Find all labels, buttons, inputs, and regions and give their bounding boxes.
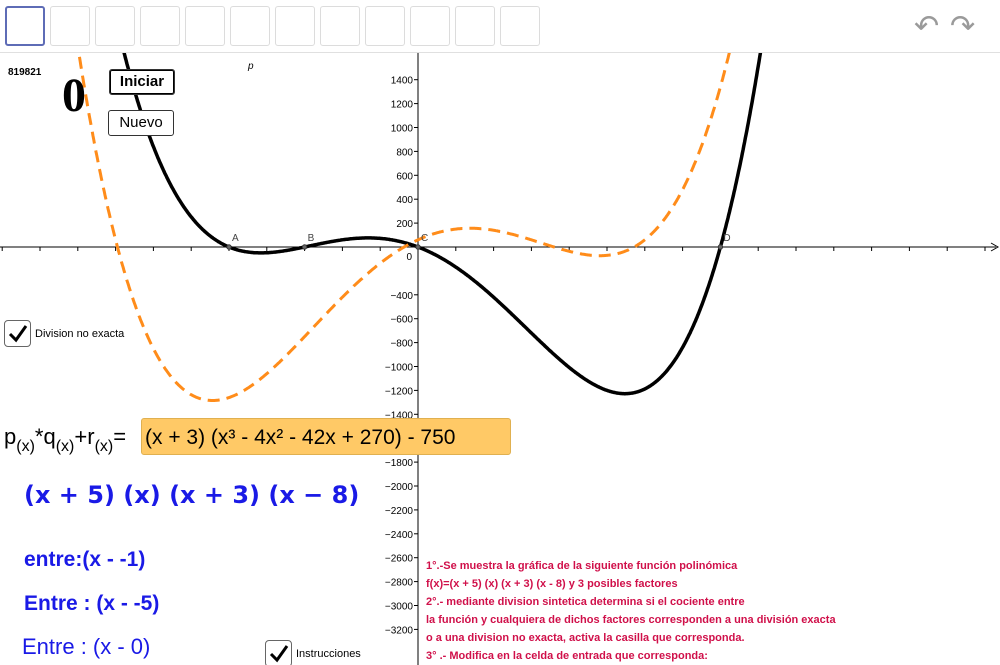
y-tick-label: 600 [396,171,413,182]
point-label: A [232,233,239,244]
counter-value: 0 [62,69,86,122]
y-tick-label: 800 [396,147,413,158]
new-button[interactable]: Nuevo [108,110,174,136]
y-tick-label: −2600 [385,554,414,565]
toolbar [0,0,1000,53]
y-tick-label: −800 [390,339,413,350]
undo-icon[interactable]: ↶ [914,12,939,42]
instruction-line: la función y cualquiera de dichos factor… [426,614,836,626]
instruction-line: o a una division no exacta, activa la ca… [426,632,745,644]
instruction-line: f(x)=(x + 5) (x) (x + 3) (x - 8) y 3 pos… [426,578,678,590]
y-tick-label: −3000 [385,602,414,613]
tool-button[interactable] [140,6,180,46]
tool-button[interactable] [5,6,45,46]
tool-button[interactable] [410,6,450,46]
instrucciones-checkbox-row[interactable]: Instrucciones [265,640,361,665]
y-tick-label: 1200 [391,100,414,111]
formula-lhs: p(x)*q(x)+r(x)= [4,424,127,455]
point-b [301,244,308,250]
y-tick-label: −2000 [385,482,414,493]
point-d [717,244,724,250]
tool-button[interactable] [500,6,540,46]
y-tick-label: 400 [396,195,413,206]
tool-button[interactable] [455,6,495,46]
function-p-curve [122,53,763,396]
y-tick-label: −3200 [385,625,414,636]
y-tick-label: −2800 [385,578,414,589]
y-tick-label: 200 [396,219,413,230]
divisor-line-1: entre:(x - -1) [24,548,146,571]
point-label: C [421,233,428,244]
instrucciones-checkbox[interactable] [265,640,292,665]
check-icon [269,645,289,663]
y-tick-label: −2200 [385,506,414,517]
redo-icon[interactable]: ↷ [950,12,975,42]
divisor-line-2: Entre : (x - -5) [24,592,160,615]
formula-input[interactable]: (x + 3) (x³ - 4x² - 42x + 270) - 750 [141,418,511,455]
y-tick-label: 1400 [391,76,414,87]
point-label: B [308,233,315,244]
y-tick-label: −1800 [385,458,414,469]
division-no-exacta-checkbox[interactable] [4,320,31,347]
y-tick-label: −1000 [385,363,414,374]
y-tick-label: −600 [390,315,413,326]
division-no-exacta-label: Division no exacta [35,327,125,340]
y-tick-label: −2400 [385,530,414,541]
instruction-line: 3° .- Modifica en la celda de entrada qu… [426,650,708,662]
tool-button[interactable] [365,6,405,46]
instrucciones-label: Instrucciones [296,647,361,660]
tool-button[interactable] [275,6,315,46]
tool-button[interactable] [230,6,270,46]
function-label: p [247,61,254,72]
division-no-exacta-checkbox-row[interactable]: Division no exacta [4,320,124,347]
y-tick-label: 0 [406,252,412,263]
y-tick-label: −400 [390,291,413,302]
factored-function: (x + 5) (x) (x + 3) (x − 8) [24,481,360,509]
tool-button[interactable] [320,6,360,46]
point-label: D [723,233,730,244]
start-button[interactable]: Iniciar [109,69,175,95]
divisor-line-3: Entre : (x - 0) [22,634,151,659]
point-a [226,244,232,250]
tool-button[interactable] [50,6,90,46]
point-c [415,244,421,250]
instruction-line: 1°.-Se muestra la gráfica de la siguient… [426,560,738,572]
y-tick-label: −1200 [385,386,414,397]
tool-button[interactable] [185,6,225,46]
y-tick-label: 1000 [391,124,414,135]
tool-button[interactable] [95,6,135,46]
counter-id: 819821 [8,67,42,78]
instruction-line: 2°.- mediante division sintetica determi… [426,596,745,608]
instructions-text: 1°.-Se muestra la gráfica de la siguient… [426,557,986,665]
check-icon [8,325,28,343]
